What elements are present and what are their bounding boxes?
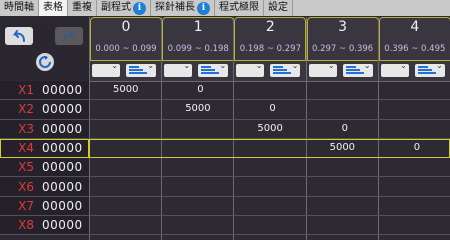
column-index: 0 bbox=[121, 19, 131, 35]
column-header[interactable]: 1 0.099 ~ 0.198 bbox=[162, 17, 235, 61]
tab-6[interactable]: 設定 bbox=[264, 0, 293, 16]
row-value: 00000 bbox=[42, 141, 83, 156]
tab-bar: 時間軸 表格 重複 副程式 i 探針補長 i 程式極限 設定 bbox=[0, 0, 450, 16]
undo-icon bbox=[12, 30, 25, 42]
column-header[interactable]: 4 0.396 ~ 0.495 bbox=[378, 17, 450, 61]
undo-button[interactable] bbox=[5, 27, 33, 45]
table-row bbox=[89, 197, 450, 217]
column-controls bbox=[234, 61, 307, 82]
row-header-list: X1 00000 X2 00000 X3 00000 X4 00000 X5 00000 X6 000… bbox=[0, 81, 89, 236]
row-label: X8 bbox=[18, 218, 34, 233]
table-cell[interactable]: 5000 bbox=[257, 120, 282, 138]
tab-label: 副程式 bbox=[101, 2, 131, 13]
bars-icon[interactable] bbox=[126, 61, 156, 77]
column-controls bbox=[306, 61, 379, 82]
table-row: 5000 0 bbox=[89, 81, 450, 101]
row-header-x7[interactable]: X7 00000 bbox=[0, 196, 89, 217]
row-header-x1[interactable]: X1 00000 bbox=[0, 81, 89, 101]
tab-label: 表格 bbox=[43, 2, 63, 13]
row-value: 00000 bbox=[42, 198, 83, 213]
row-label: X3 bbox=[18, 121, 34, 136]
row-value: 00000 bbox=[42, 179, 83, 194]
column-header[interactable]: 2 0.198 ~ 0.297 bbox=[234, 17, 307, 61]
table-cell[interactable]: 0 bbox=[342, 120, 348, 138]
row-value: 00000 bbox=[42, 121, 83, 136]
table-row: 5000 0 bbox=[89, 100, 450, 120]
table-row bbox=[89, 158, 450, 178]
tab-label: 重複 bbox=[72, 2, 92, 13]
edit-controls bbox=[0, 17, 89, 80]
table-row bbox=[89, 178, 450, 197]
column-header[interactable]: 3 0.297 ~ 0.396 bbox=[306, 17, 379, 61]
bars-icon[interactable] bbox=[414, 61, 445, 77]
row-label: X1 bbox=[18, 83, 34, 98]
row-header-x5[interactable]: X5 00000 bbox=[0, 158, 89, 178]
tab-label: 設定 bbox=[268, 2, 288, 13]
table-cell[interactable]: 5000 bbox=[330, 139, 355, 157]
column-dropdown[interactable] bbox=[380, 61, 409, 77]
column-controls bbox=[162, 61, 235, 82]
table-cell[interactable]: 0 bbox=[197, 81, 203, 99]
tab-4[interactable]: 探針補長 i bbox=[151, 0, 215, 16]
tab-1[interactable]: 表格 bbox=[39, 0, 68, 16]
table-row bbox=[89, 216, 450, 236]
tab-3[interactable]: 副程式 i bbox=[97, 0, 151, 16]
row-value: 00000 bbox=[42, 83, 83, 98]
row-header-x2[interactable]: X2 00000 bbox=[0, 100, 89, 120]
table-cell[interactable]: 0 bbox=[269, 100, 275, 118]
column-index: 4 bbox=[410, 19, 420, 35]
row-value: 00000 bbox=[42, 102, 83, 117]
row-header-x6[interactable]: X6 00000 bbox=[0, 177, 89, 197]
reset-icon bbox=[39, 56, 51, 68]
column-range: 0.396 ~ 0.495 bbox=[384, 44, 446, 54]
bars-icon[interactable] bbox=[270, 61, 301, 77]
column-dropdown[interactable] bbox=[236, 61, 265, 77]
info-icon[interactable]: i bbox=[133, 1, 146, 15]
column-range: 0.099 ~ 0.198 bbox=[167, 44, 229, 54]
row-value: 00000 bbox=[42, 160, 83, 175]
column-header[interactable]: 0 0.000 ~ 0.099 bbox=[90, 17, 162, 61]
info-icon[interactable]: i bbox=[197, 1, 210, 15]
column-range: 0.000 ~ 0.099 bbox=[95, 44, 157, 54]
reset-button[interactable] bbox=[36, 53, 54, 71]
row-header-x3[interactable]: X3 00000 bbox=[0, 119, 89, 139]
column-controls bbox=[90, 61, 162, 82]
tab-label: 時間軸 bbox=[4, 2, 34, 13]
column-index: 3 bbox=[338, 19, 348, 35]
row-label: X2 bbox=[18, 102, 34, 117]
tab-5[interactable]: 程式極限 bbox=[215, 0, 264, 16]
tab-0[interactable]: 時間軸 bbox=[0, 0, 39, 16]
redo-icon bbox=[63, 30, 76, 42]
row-label: X6 bbox=[18, 179, 34, 194]
column-dropdown[interactable] bbox=[308, 61, 337, 77]
table-cell[interactable]: 0 bbox=[414, 139, 420, 157]
tab-label: 程式極限 bbox=[219, 2, 259, 13]
table-row: 5000 0 bbox=[89, 120, 450, 139]
bars-icon[interactable] bbox=[342, 61, 373, 77]
column-dropdown[interactable] bbox=[164, 61, 193, 77]
table-row: 5000 0 bbox=[89, 138, 450, 159]
column-index: 1 bbox=[193, 19, 203, 35]
column-index: 2 bbox=[265, 19, 275, 35]
tab-label: 探針補長 bbox=[155, 2, 195, 13]
bars-icon[interactable] bbox=[198, 61, 229, 77]
column-controls bbox=[378, 61, 450, 82]
tab-2[interactable]: 重複 bbox=[68, 0, 97, 16]
table-cell[interactable]: 5000 bbox=[113, 81, 138, 99]
column-dropdown[interactable] bbox=[92, 61, 120, 77]
row-label: X7 bbox=[18, 198, 34, 213]
row-label: X5 bbox=[18, 160, 34, 175]
redo-button[interactable] bbox=[55, 27, 83, 45]
column-range: 0.198 ~ 0.297 bbox=[239, 44, 301, 54]
row-header-x8[interactable]: X8 00000 bbox=[0, 216, 89, 236]
row-label: X4 bbox=[18, 141, 34, 156]
row-value: 00000 bbox=[42, 218, 83, 233]
row-header-x4[interactable]: X4 00000 bbox=[0, 138, 89, 159]
column-range: 0.297 ~ 0.396 bbox=[311, 44, 374, 54]
table-cell[interactable]: 5000 bbox=[185, 100, 210, 118]
